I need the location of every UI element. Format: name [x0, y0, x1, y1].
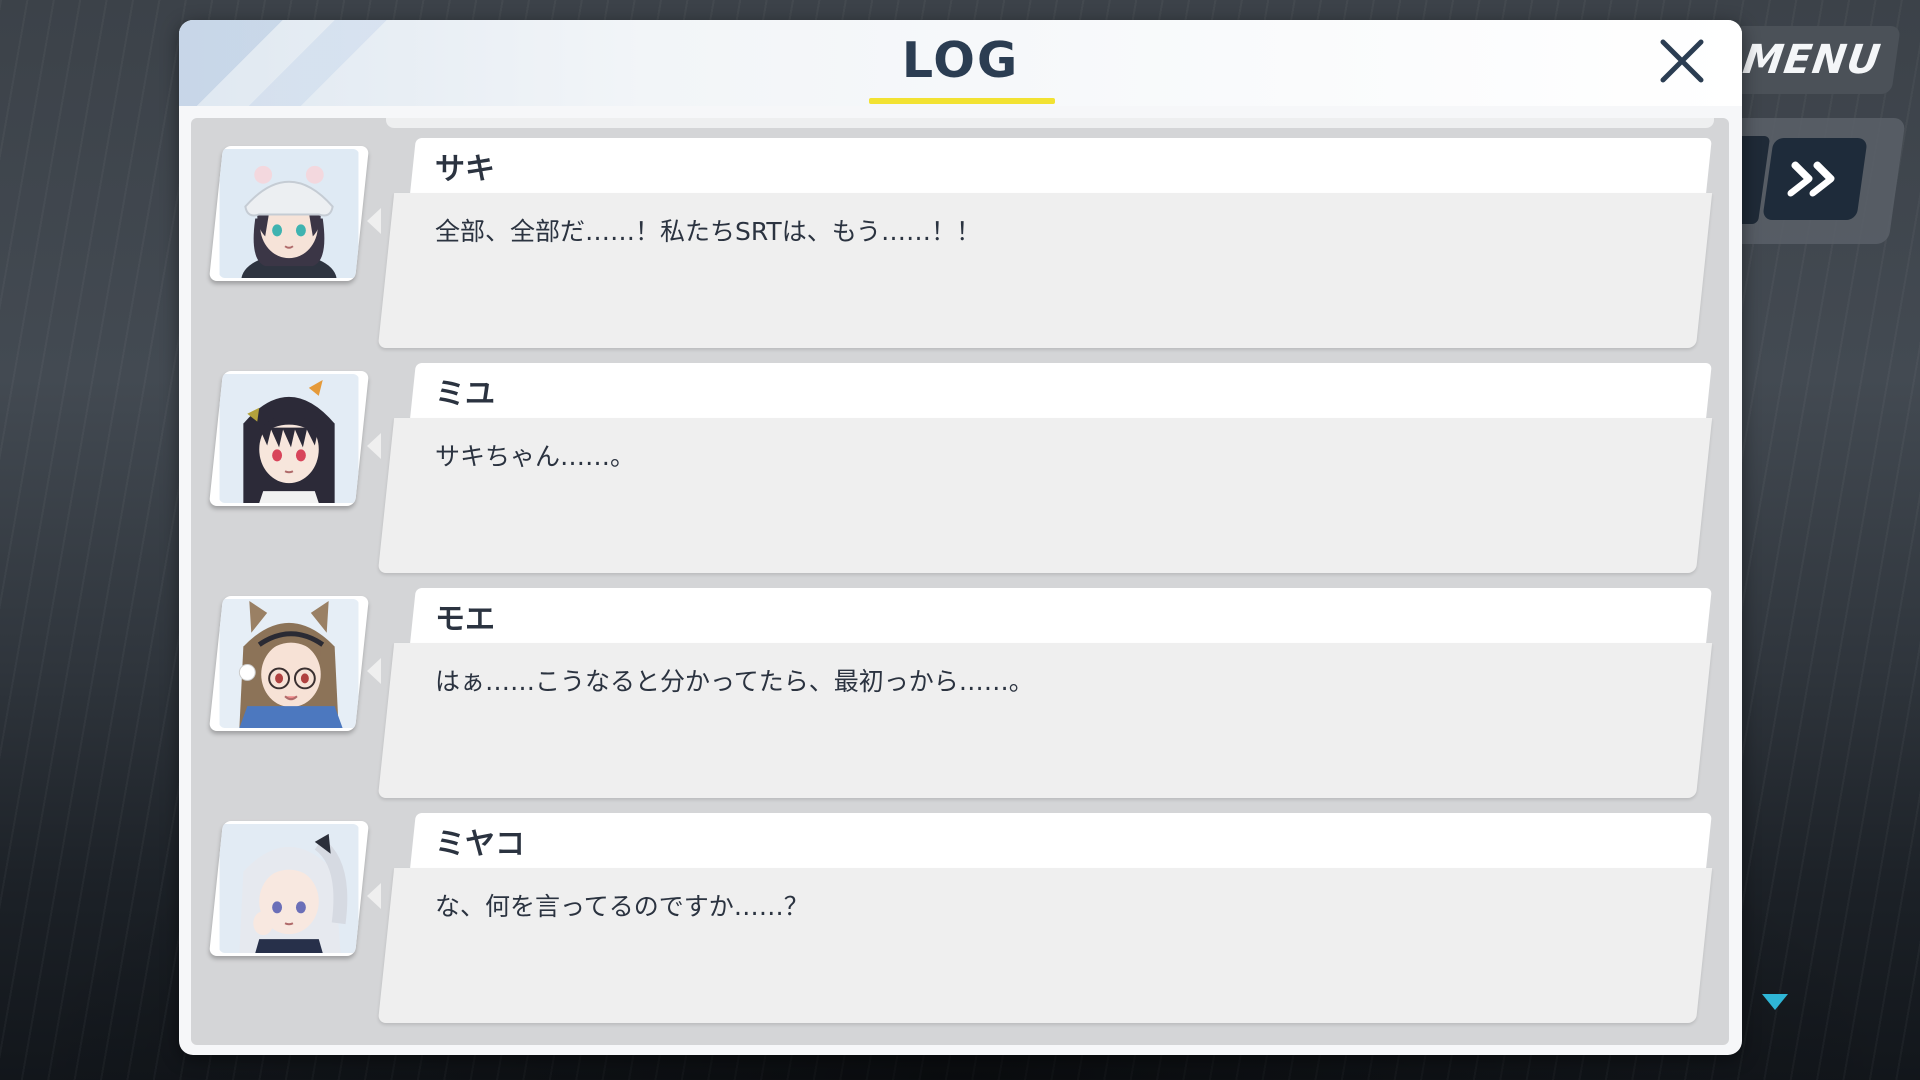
- fastforward-button[interactable]: [1762, 138, 1868, 220]
- miyu-portrait: [219, 374, 359, 503]
- log-entry: サキ 全部、全部だ……！私たちSRTは、もう……！！: [191, 138, 1729, 363]
- name-bar: [410, 138, 1712, 193]
- speaker-name: ミヤコ: [435, 827, 525, 862]
- previous-entry-edge: [386, 118, 1714, 128]
- page-title: LOG: [901, 32, 1020, 89]
- bubble-pointer: [367, 208, 381, 234]
- avatar: [208, 146, 370, 281]
- name-bar: [410, 363, 1712, 418]
- bubble-pointer: [367, 883, 381, 909]
- speaker-name: サキ: [435, 152, 495, 187]
- close-button[interactable]: [1653, 32, 1711, 90]
- menu-label: MENU: [1740, 37, 1884, 83]
- name-bar: [410, 813, 1712, 868]
- moe-portrait: [219, 599, 359, 728]
- dialogue-text: 全部、全部だ……！私たちSRTは、もう……！！: [435, 217, 981, 246]
- dialogue-text: サキちゃん……。: [435, 442, 636, 471]
- log-header: LOG: [179, 20, 1742, 106]
- speaker-name: モエ: [435, 602, 495, 637]
- dialogue-text: はぁ……こうなると分かってたら、最初っから……。: [435, 667, 1034, 696]
- avatar: [208, 596, 370, 731]
- double-chevron-right-icon: [1787, 161, 1835, 197]
- bubble-pointer: [367, 433, 381, 459]
- triangle-down-icon: [1762, 994, 1788, 1010]
- close-icon: [1660, 39, 1704, 83]
- avatar: [208, 371, 370, 506]
- speaker-name: ミユ: [435, 377, 495, 412]
- log-entry: ミヤコ な、何を言ってるのですか……？: [191, 813, 1729, 1038]
- log-entry: モエ はぁ……こうなると分かってたら、最初っから……。: [191, 588, 1729, 813]
- miyako-portrait: [219, 824, 359, 953]
- menu-button[interactable]: MENU: [1723, 26, 1901, 94]
- title-underline: [869, 98, 1055, 104]
- bubble-pointer: [367, 658, 381, 684]
- avatar: [208, 821, 370, 956]
- saki-portrait: [219, 149, 359, 278]
- log-panel: LOG サキ 全部、全部だ……！私たちSRTは、もう……！！ ミユ サキちゃん……: [179, 20, 1742, 1055]
- name-bar: [410, 588, 1712, 643]
- log-scroll-area[interactable]: サキ 全部、全部だ……！私たちSRTは、もう……！！ ミユ サキちゃん……。 モ…: [191, 118, 1729, 1045]
- dialogue-text: な、何を言ってるのですか……？: [435, 892, 809, 921]
- log-entry: ミユ サキちゃん……。: [191, 363, 1729, 588]
